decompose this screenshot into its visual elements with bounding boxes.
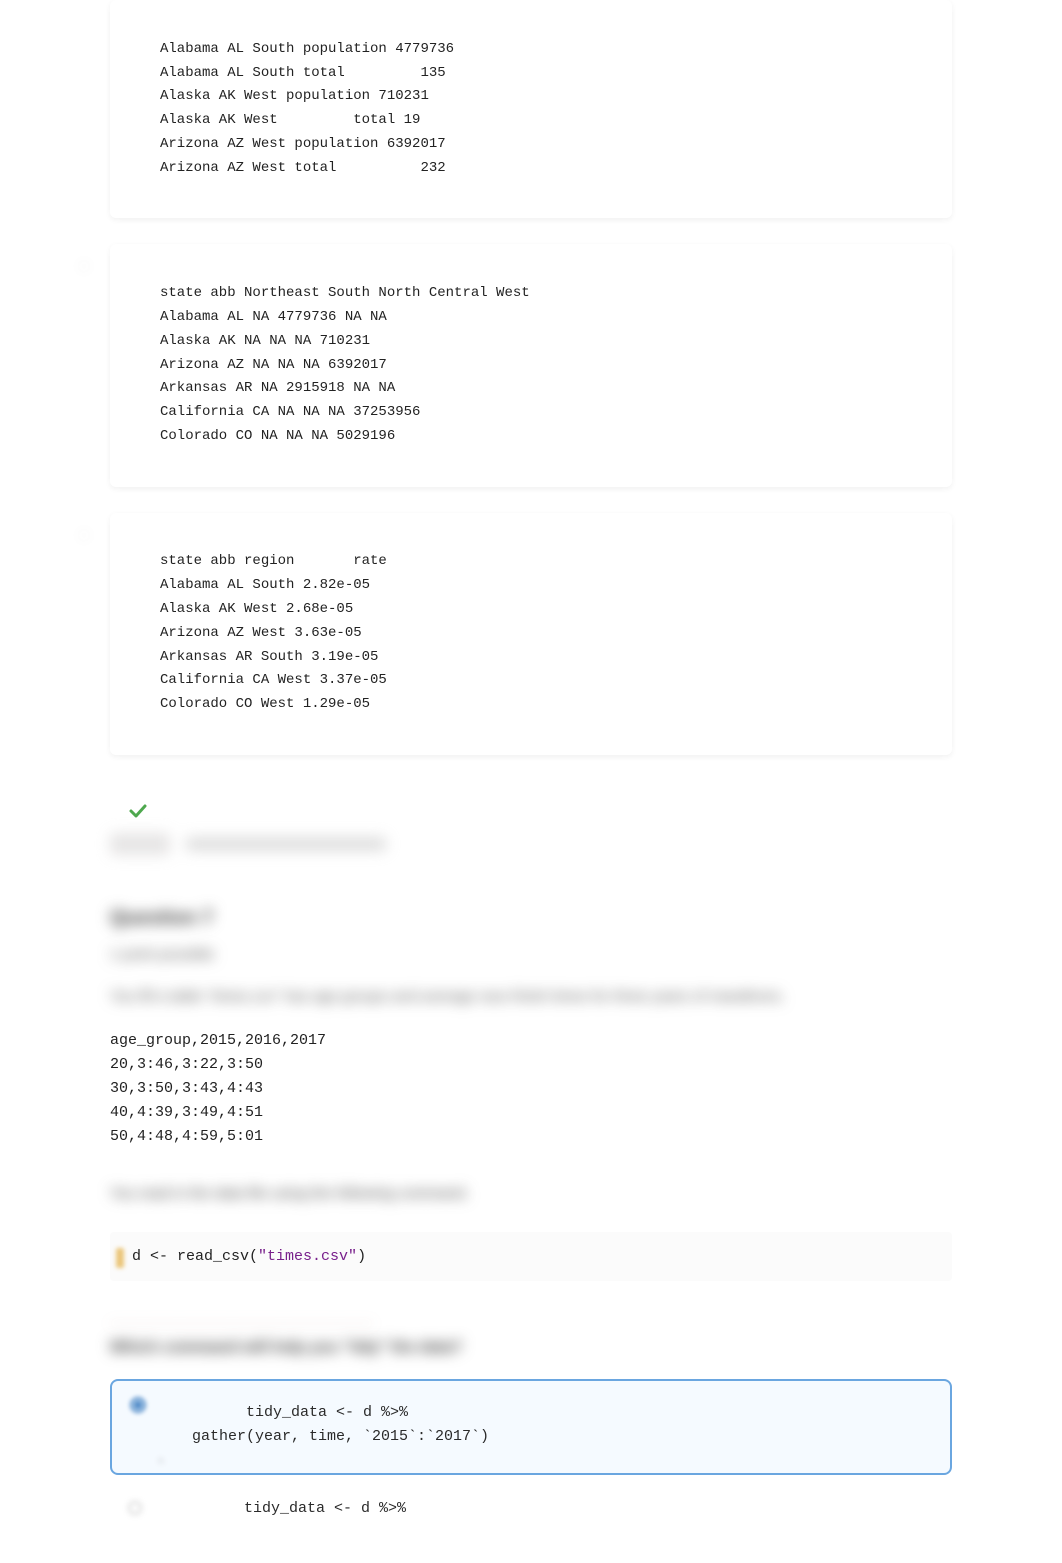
output-line: Alaska AK NA NA NA 710231: [160, 333, 370, 349]
correct-check-icon: [128, 801, 148, 826]
output-line: Alabama AL South total 135: [160, 65, 446, 81]
output-line: California CA West 3.37e-05: [160, 672, 387, 688]
output-line: Alabama AL South population 4779736: [160, 41, 454, 57]
option-label-blurred: ○: [80, 258, 88, 273]
answer-code-b: tidy_data <- d %>%: [132, 1497, 930, 1521]
r-code-block-readcsv: d <- read_csv("times.csv"): [110, 1232, 952, 1281]
output-line: Alaska AK West total 19: [160, 112, 420, 128]
code-string: "times.csv": [258, 1248, 357, 1265]
blurred-hint-a: a.: [158, 1455, 166, 1465]
blurred-context-line: You fill a table "times.csv" has age gro…: [110, 986, 952, 1009]
output-line: Alabama AL South 2.82e-05: [160, 577, 370, 593]
output-line: state abb region rate: [160, 553, 387, 569]
blurred-instruction: You read in the data file using the foll…: [110, 1185, 952, 1202]
output-line: Arizona AZ NA NA NA 6392017: [160, 357, 387, 373]
output-line: Arkansas AR NA 2915918 NA NA: [160, 380, 395, 396]
answer-option-selected[interactable]: tidy_data <- d %>% gather(year, time, `2…: [110, 1379, 952, 1475]
csv-data-block: age_group,2015,2016,2017 20,3:46,3:22,3:…: [110, 1029, 952, 1149]
output-line: Alaska AK West 2.68e-05: [160, 601, 353, 617]
output-line: Arizona AZ West total 232: [160, 160, 446, 176]
output-block-3: state abb region rate Alabama AL South 2…: [110, 513, 952, 755]
output-line: Arkansas AR South 3.19e-05: [160, 649, 378, 665]
output-line: Alabama AL NA 4779736 NA NA: [160, 309, 387, 325]
radio-unchecked-icon: [128, 1501, 142, 1515]
code-text: d <- read_csv(: [132, 1248, 258, 1265]
question-text: Which command will help you "tidy" the d…: [110, 1339, 952, 1357]
option-label-blurred: ○: [80, 527, 88, 542]
question-heading: Question 7: [110, 907, 952, 930]
output-line: Arizona AZ West 3.63e-05: [160, 625, 362, 641]
output-line: Arizona AZ West population 6392017: [160, 136, 446, 152]
code-text: ): [357, 1248, 366, 1265]
code-gutter-icon: [116, 1248, 124, 1268]
radio-checked-icon: [130, 1397, 146, 1413]
output-line: state abb Northeast South North Central …: [160, 285, 530, 301]
answer-option-unselected[interactable]: tidy_data <- d %>%: [110, 1493, 952, 1523]
output-line: California CA NA NA NA 37253956: [160, 404, 420, 420]
output-block-2: state abb Northeast South North Central …: [110, 244, 952, 486]
output-line: Colorado CO West 1.29e-05: [160, 696, 370, 712]
blurred-save-bar: [110, 833, 952, 855]
blurred-divider-line: ........................................…: [110, 1311, 952, 1327]
blurred-points-line: 1 point possible: [110, 944, 952, 967]
output-line: Colorado CO NA NA NA 5029196: [160, 428, 395, 444]
output-line: Alaska AK West population 710231: [160, 88, 429, 104]
output-block-1: Alabama AL South population 4779736 Alab…: [110, 0, 952, 218]
answer-code-a: tidy_data <- d %>% gather(year, time, `2…: [134, 1401, 928, 1449]
